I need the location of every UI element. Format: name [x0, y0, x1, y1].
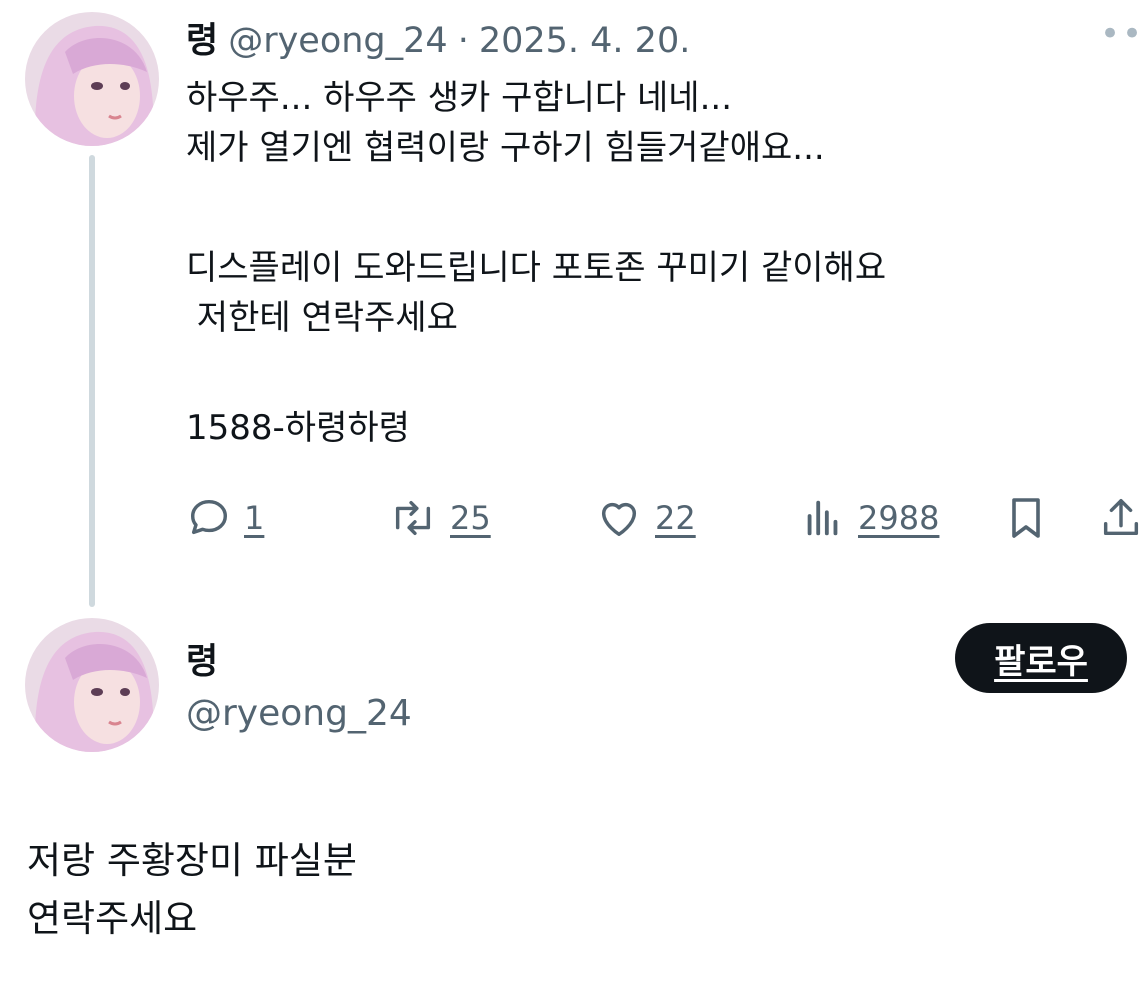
views-count: 2988 [858, 499, 940, 537]
tweet-date[interactable]: 2025. 4. 20. [479, 21, 691, 61]
like-count: 22 [655, 499, 696, 537]
retweet-icon [395, 500, 431, 536]
separator: · [457, 21, 469, 61]
follow-label: 팔로우 [994, 641, 1088, 682]
tweet-line [186, 173, 886, 223]
tweet-line: 하우주... 하우주 생카 구합니다 네네... [186, 78, 732, 118]
tweet-line: 제가 열기엔 협력이랑 구하기 힘들거같애요... [186, 128, 825, 168]
heart-icon [601, 502, 637, 537]
views-icon [807, 500, 838, 536]
profile-display-name[interactable]: 령 [186, 633, 218, 684]
follow-button[interactable]: 팔로우 [955, 623, 1127, 693]
handle[interactable]: @ryeong_24 [228, 21, 448, 61]
display-name[interactable]: 령 [186, 12, 218, 63]
views-button[interactable]: 2988 [800, 495, 939, 541]
profile-bio: 저랑 주황장미 파실분 연락주세요 [27, 832, 357, 948]
like-button[interactable]: 22 [595, 495, 696, 541]
tweet-line [186, 393, 886, 403]
reply-button[interactable]: 1 [186, 495, 264, 541]
tweet-line: 1588-하령하령 [186, 408, 410, 448]
ellipsis-icon[interactable]: ••• [1100, 14, 1144, 54]
tweet-line: 저한테 연락주세요 [186, 298, 458, 338]
retweet-button[interactable]: 25 [388, 495, 491, 541]
profile-handle[interactable]: @ryeong_24 [186, 693, 412, 734]
tweet-header: 령 @ryeong_24 · 2025. 4. 20. [186, 12, 690, 63]
retweet-count: 25 [450, 499, 491, 537]
tweet-text: 하우주... 하우주 생카 구합니다 네네... 제가 열기엔 협력이랑 구하기… [186, 73, 886, 453]
bio-line: 연락주세요 [27, 897, 198, 940]
thread-line [89, 155, 95, 607]
tweet-line [186, 343, 886, 393]
reply-count: 1 [244, 499, 265, 537]
profile-avatar[interactable] [25, 618, 159, 752]
bookmark-icon[interactable] [1004, 494, 1048, 546]
share-icon[interactable] [1098, 494, 1144, 546]
avatar[interactable] [25, 12, 159, 146]
tweet-line: 디스플레이 도와드립니다 포토존 꾸미기 같이해요 [186, 248, 887, 288]
reply-icon [190, 499, 228, 535]
bio-line: 저랑 주황장미 파실분 [27, 839, 357, 882]
